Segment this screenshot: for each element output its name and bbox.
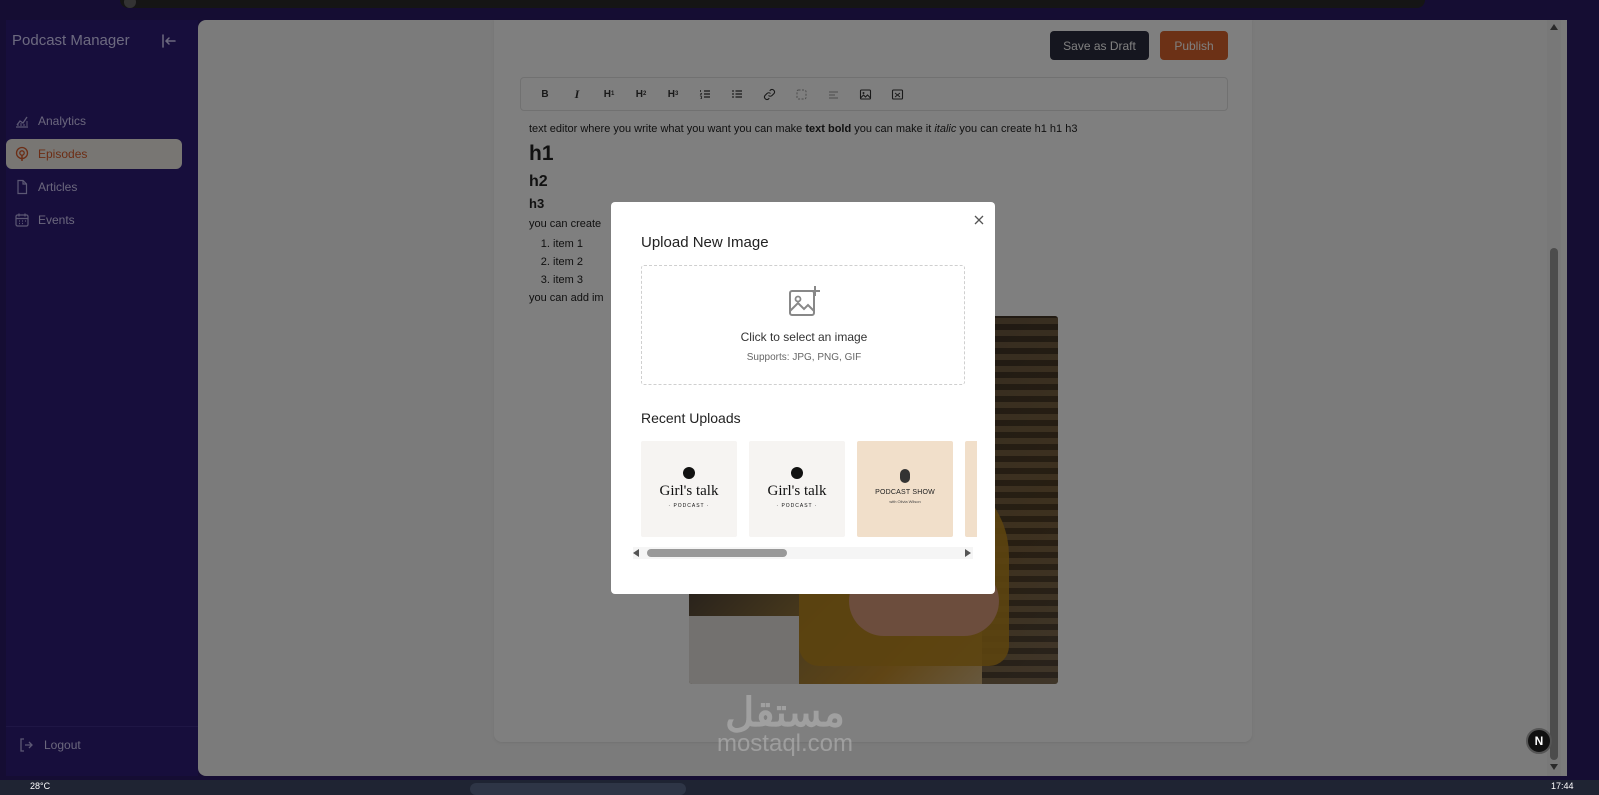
weather-widget[interactable]: 28°C xyxy=(30,781,50,791)
recent-upload-thumb[interactable] xyxy=(965,441,977,537)
recent-upload-thumb[interactable]: Girl's talk · PODCAST · xyxy=(749,441,845,537)
microphone-icon xyxy=(791,467,803,479)
clock[interactable]: 17:44 xyxy=(1551,781,1574,791)
scroll-left-icon[interactable] xyxy=(633,549,639,557)
thumb-subtitle: · PODCAST · xyxy=(776,503,818,509)
recent-upload-thumb[interactable]: PODCAST SHOW with Olivia Wilson xyxy=(857,441,953,537)
dropzone-subtext: Supports: JPG, PNG, GIF xyxy=(746,352,862,363)
recent-uploads-title: Recent Uploads xyxy=(641,410,741,426)
taskbar-search[interactable] xyxy=(470,783,686,795)
horizontal-scrollbar[interactable] xyxy=(633,547,973,559)
dev-badge[interactable]: N xyxy=(1526,728,1552,754)
scrollbar-thumb[interactable] xyxy=(647,549,787,557)
recent-uploads-list: Girl's talk · PODCAST · Girl's talk · PO… xyxy=(641,441,977,537)
modal-title: Upload New Image xyxy=(641,234,769,251)
watermark-latin: mostaql.com xyxy=(716,730,854,757)
thumb-title: PODCAST SHOW xyxy=(875,489,935,496)
thumb-title: Girl's talk xyxy=(767,483,827,499)
microphone-icon xyxy=(683,467,695,479)
dropzone-text: Click to select an image xyxy=(740,330,868,344)
taskbar: 28°C 17:44 xyxy=(0,780,1599,795)
recent-upload-thumb[interactable]: Girl's talk · PODCAST · xyxy=(641,441,737,537)
upload-image-modal: Upload New Image Click to select an imag… xyxy=(611,202,995,594)
thumb-title: Girl's talk xyxy=(659,483,719,499)
thumb-subtitle: with Olivia Wilson xyxy=(889,499,921,504)
close-icon[interactable] xyxy=(971,212,987,228)
watermark: مستقل mostaql.com xyxy=(690,690,880,758)
image-dropzone[interactable]: Click to select an image Supports: JPG, … xyxy=(641,265,965,385)
add-image-icon xyxy=(786,284,822,320)
microphone-icon xyxy=(900,469,910,483)
scroll-right-icon[interactable] xyxy=(965,549,971,557)
thumb-subtitle: · PODCAST · xyxy=(668,503,710,509)
